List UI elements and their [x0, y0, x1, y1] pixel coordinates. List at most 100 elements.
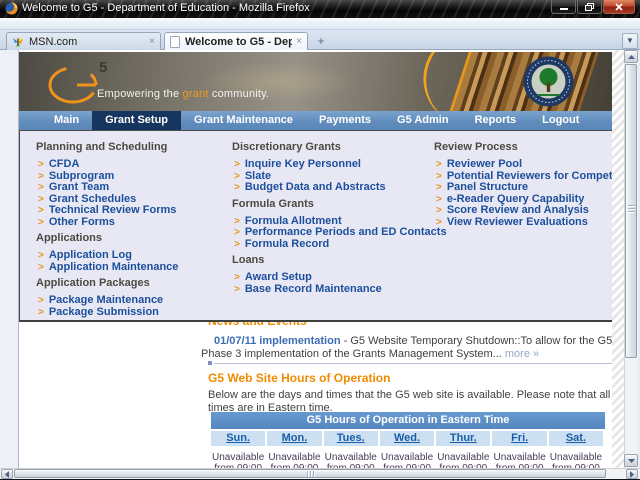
menu-column: Planning and Scheduling>CFDA>Subprogram>…: [36, 137, 232, 320]
menu-link-label: Slate: [245, 170, 271, 182]
day-header-mon: Mon.: [267, 431, 321, 446]
nav-item-logout[interactable]: Logout: [529, 111, 592, 130]
menu-heading-applications: Applications: [36, 232, 232, 244]
tab-msn[interactable]: MSN.com ×: [6, 32, 161, 50]
availability-cell: Unavailablefrom 09:00: [324, 448, 378, 468]
department-of-education-seal: [523, 56, 574, 107]
window-title: Welcome to G5 - Department of Education …: [22, 2, 310, 14]
nav-item-grant-maintenance[interactable]: Grant Maintenance: [181, 111, 306, 130]
browser-window: Welcome to G5 - Department of Education …: [0, 0, 640, 480]
day-link[interactable]: Mon.: [282, 432, 308, 444]
menu-link-label: Award Setup: [245, 271, 312, 283]
arrow-icon: >: [38, 250, 44, 261]
menu-link-label: Base Record Maintenance: [245, 283, 382, 295]
restore-button[interactable]: [577, 0, 602, 14]
close-button[interactable]: [603, 0, 635, 14]
arrow-icon: >: [436, 182, 442, 193]
arrow-icon: >: [234, 182, 240, 193]
list-all-tabs-icon[interactable]: ▼: [622, 33, 638, 49]
menu-link-package-submission[interactable]: >Package Submission: [36, 307, 232, 319]
title-bar[interactable]: Welcome to G5 - Department of Education …: [0, 0, 640, 18]
menu-link-budget-data-and-abstracts[interactable]: > Budget Data and Abstracts: [232, 182, 434, 194]
vertical-scrollbar-thumb[interactable]: [625, 64, 637, 358]
tab-bar: MSN.com × Welcome to G5 - Departm... × +…: [0, 30, 640, 50]
menu-links: >Reviewer Pool>Potential Reviewers for C…: [434, 159, 610, 228]
menu-heading-loans: Loans: [232, 254, 434, 266]
menu-link-label: View Reviewer Evaluations: [447, 216, 588, 228]
menu-link-application-maintenance[interactable]: >Application Maintenance: [36, 262, 232, 274]
arrow-icon: >: [234, 284, 240, 295]
menu-link-label: Score Review and Analysis: [447, 204, 589, 216]
more-link[interactable]: more »: [505, 348, 539, 360]
menu-link-base-record-maintenance[interactable]: > Base Record Maintenance: [232, 284, 434, 296]
day-header-row: Sun. Mon. Tues. Wed. Thur. Fri. Sat.: [211, 431, 605, 446]
menu-link-label: Reviewer Pool: [447, 158, 522, 170]
arrow-icon: >: [234, 159, 240, 170]
menu-links: > Package Maintenance>Package Submission: [36, 295, 232, 318]
menu-column: Review Process>Reviewer Pool>Potential R…: [434, 137, 610, 320]
availability-cell: Unavailablefrom 09:00: [380, 448, 434, 468]
nav-item-g5-admin[interactable]: G5 Admin: [384, 111, 462, 130]
g5-banner: 5 Empowering the grant community.: [19, 52, 612, 111]
day-header-sun: Sun.: [211, 431, 265, 446]
menu-heading-formula-grants: Formula Grants: [232, 198, 434, 210]
availability-line1: Unavailable: [436, 452, 490, 463]
toolbar-strip: [0, 18, 640, 30]
minimize-button[interactable]: [551, 0, 576, 14]
arrow-icon: >: [38, 262, 44, 273]
menu-link-other-forms[interactable]: >Other Forms: [36, 217, 232, 229]
horizontal-scrollbar-thumb[interactable]: [14, 469, 606, 478]
day-link[interactable]: Sun.: [226, 432, 250, 444]
tab-g5-active[interactable]: Welcome to G5 - Departm... ×: [164, 32, 308, 50]
tab-close-icon[interactable]: ×: [149, 37, 155, 47]
menu-links: > Award Setup > Base Record Maintenance: [232, 272, 434, 295]
menu-link-formula-record[interactable]: >Formula Record: [232, 239, 434, 251]
day-link[interactable]: Sat.: [566, 432, 586, 444]
menu-link-label: Package Maintenance: [49, 294, 163, 306]
menu-link-label: Application Log: [49, 249, 132, 261]
scroll-up-icon[interactable]: [624, 50, 638, 63]
arrow-icon: >: [436, 171, 442, 182]
page-icon: [170, 36, 180, 48]
availability-cell: Unavailablefrom 09:00: [549, 448, 603, 468]
availability-cell: Unavailablefrom 09:00: [436, 448, 490, 468]
arrow-icon: >: [234, 227, 240, 238]
arrow-icon: >: [38, 307, 44, 318]
hours-intro-text: Below are the days and times that the G5…: [208, 389, 612, 414]
scroll-left-icon[interactable]: [1, 469, 13, 479]
arrow-icon: >: [234, 272, 240, 283]
nav-item-main[interactable]: Main: [41, 111, 92, 130]
nav-item-reports[interactable]: Reports: [462, 111, 530, 130]
availability-line1: Unavailable: [380, 452, 434, 463]
nav-item-payments[interactable]: Payments: [306, 111, 384, 130]
menu-link-view-reviewer-evaluations[interactable]: >View Reviewer Evaluations: [434, 217, 610, 229]
nav-item-grant-setup[interactable]: Grant Setup: [92, 111, 181, 130]
availability-line1: Unavailable: [324, 452, 378, 463]
availability-row: Unavailablefrom 09:00Unavailablefrom 09:…: [211, 448, 605, 468]
menu-heading-planning-and-scheduling: Planning and Scheduling: [36, 141, 232, 153]
menu-links: >Inquire Key Personnel>Slate>Budget Data…: [232, 159, 434, 194]
scroll-down-icon[interactable]: [624, 454, 638, 467]
tab-label: MSN.com: [29, 36, 145, 48]
day-link[interactable]: Thur.: [450, 432, 477, 444]
news-item: 01/07/11 implementation - G5 Website Tem…: [201, 335, 612, 361]
news-date-link[interactable]: 01/07/11 implementation: [214, 335, 341, 347]
day-header-sat: Sat.: [549, 431, 603, 446]
window-margin: [0, 50, 18, 468]
arrow-icon: >: [436, 194, 442, 205]
firefox-icon: [5, 2, 18, 15]
day-link[interactable]: Wed.: [394, 432, 420, 444]
menu-link-label: Grant Team: [49, 181, 109, 193]
menu-link-label: Grant Schedules: [49, 193, 136, 205]
menu-link-label: Formula Allotment: [245, 215, 342, 227]
day-link[interactable]: Tues.: [337, 432, 365, 444]
menu-links: > Application Log>Application Maintenance: [36, 250, 232, 273]
menu-link-label: Performance Periods and ED Contacts: [245, 226, 447, 238]
menu-link-label: Budget Data and Abstracts: [245, 181, 386, 193]
menu-link-label: Technical Review Forms: [49, 204, 177, 216]
new-tab-button[interactable]: +: [312, 35, 330, 49]
tab-close-icon[interactable]: ×: [296, 37, 302, 47]
logo-5: 5: [99, 59, 107, 76]
day-link[interactable]: Fri.: [511, 432, 528, 444]
scroll-right-icon[interactable]: [626, 469, 638, 479]
